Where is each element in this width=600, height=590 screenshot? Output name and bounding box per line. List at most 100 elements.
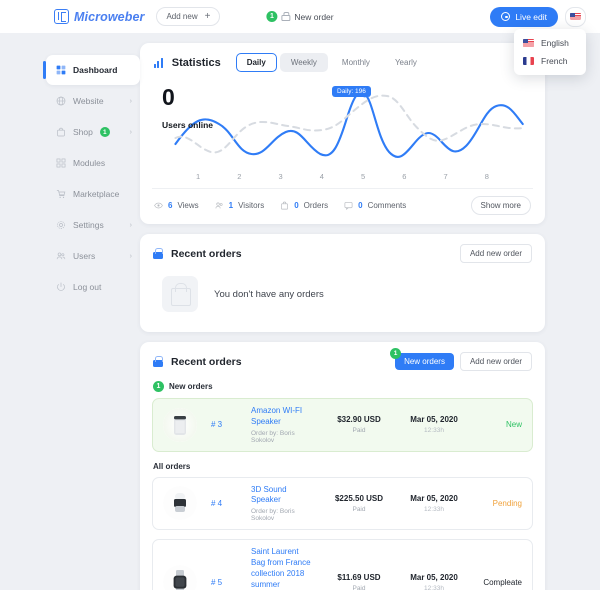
tab-weekly[interactable]: Weekly <box>279 53 328 72</box>
stat-comments-label: Comments <box>367 201 407 210</box>
statistics-footer: 6 Views 1 Visitors 0 Orders 0 Comments S… <box>152 188 533 224</box>
add-new-label: Add new <box>166 12 198 21</box>
order-number: # 3 <box>211 420 223 430</box>
order-info: 3D Sound Speaker Order by: Boris Sokolov <box>251 485 320 523</box>
sidebar-item-label: Dashboard <box>73 65 118 75</box>
add-new-button[interactable]: Add new + <box>156 7 221 26</box>
x-tick: 2 <box>237 172 242 181</box>
sidebar-item-users[interactable]: Users › <box>46 241 140 271</box>
product-thumbnail <box>163 407 197 442</box>
stat-orders[interactable]: 0 Orders <box>280 201 328 210</box>
status-badge: Compleate <box>483 577 522 587</box>
order-price: $32.90 USD Paid <box>320 415 398 434</box>
top-bar-actions: Live edit <box>490 6 586 27</box>
order-time-value: 12:33h <box>424 584 444 590</box>
recent-orders-header: Recent orders 1 New orders Add new order <box>140 342 545 380</box>
order-product-name[interactable]: Amazon WI-FI Speaker <box>251 406 312 428</box>
main-content: Statistics Daily Weekly Monthly Yearly 0… <box>140 43 600 590</box>
stat-visitors-value: 1 <box>228 201 234 210</box>
dashboard-page: Microweber Add new + 1 New order Live ed… <box>0 0 600 590</box>
top-bar: Microweber Add new + 1 New order Live ed… <box>0 0 600 33</box>
new-orders-button[interactable]: 1 New orders <box>390 348 454 370</box>
sidebar-item-label: Shop <box>73 127 93 137</box>
users-online-block: 0 Users online <box>162 84 213 131</box>
order-price-value: $225.50 USD <box>334 493 384 503</box>
show-more-button[interactable]: Show more <box>470 196 531 215</box>
grid-icon <box>56 65 66 75</box>
bag-icon <box>57 127 65 137</box>
comment-icon <box>344 202 353 210</box>
order-payment-status: Paid <box>352 427 366 435</box>
group-label-text: New orders <box>169 382 213 391</box>
statistics-period-tabs: Daily Weekly Monthly Yearly <box>235 53 428 72</box>
statistics-card: Statistics Daily Weekly Monthly Yearly 0… <box>140 43 545 224</box>
globe-icon <box>56 96 66 106</box>
bag-icon <box>281 12 291 22</box>
sidebar-item-logout[interactable]: Log out <box>46 272 140 302</box>
brand-logo[interactable]: Microweber <box>54 9 144 24</box>
eye-icon <box>154 202 163 209</box>
stat-views[interactable]: 6 Views <box>154 201 199 210</box>
sidebar-item-label: Log out <box>73 282 102 292</box>
language-option-english[interactable]: English <box>514 34 586 52</box>
order-date: Mar 05, 2020 12:33h <box>398 573 470 590</box>
stat-orders-label: Orders <box>303 201 329 210</box>
stat-visitors[interactable]: 1 Visitors <box>215 201 264 210</box>
modules-icon <box>56 158 66 168</box>
chart-tooltip: Daily: 196 <box>332 86 371 97</box>
product-thumbnail <box>163 565 197 590</box>
order-product-name[interactable]: Saint Laurent Bag from France collection… <box>251 547 312 590</box>
speaker-cylinder-image <box>163 407 197 442</box>
sidebar-item-modules[interactable]: Modules <box>46 148 140 178</box>
language-switch-button[interactable] <box>565 6 586 27</box>
tab-monthly[interactable]: Monthly <box>331 53 381 72</box>
recent-orders-empty-title: Recent orders <box>171 247 242 260</box>
brand-name: Microweber <box>74 9 145 24</box>
stat-comments[interactable]: 0 Comments <box>344 201 406 210</box>
add-new-order-button[interactable]: Add new order <box>459 244 532 263</box>
table-row[interactable]: # 5 Saint Laurent Bag from France collec… <box>152 539 533 590</box>
order-date-value: Mar 05, 2020 <box>410 572 458 582</box>
language-option-french[interactable]: French <box>514 52 586 70</box>
new-order-count-badge: 1 <box>266 11 278 22</box>
sidebar-item-dashboard[interactable]: Dashboard <box>43 55 140 85</box>
sidebar-item-website[interactable]: Website › <box>46 86 140 116</box>
users-online-value: 0 <box>162 84 175 110</box>
sidebar-item-settings[interactable]: Settings › <box>46 210 140 240</box>
sidebar-item-marketplace[interactable]: Marketplace <box>46 179 140 209</box>
x-tick: 6 <box>402 172 407 181</box>
order-info: Saint Laurent Bag from France collection… <box>251 547 320 590</box>
sidebar-item-label: Users <box>73 251 96 261</box>
statistics-chart: 0 Users online Daily: 196 <box>140 80 545 168</box>
order-number: # 5 <box>211 577 223 587</box>
order-product-name[interactable]: 3D Sound Speaker <box>251 485 312 507</box>
live-edit-button[interactable]: Live edit <box>490 6 558 27</box>
order-payment-status: Paid <box>352 505 366 513</box>
recent-orders-actions: 1 New orders Add new order <box>390 348 532 371</box>
new-order-label: New order <box>294 11 334 22</box>
microweber-logo-icon <box>54 9 69 24</box>
new-order-notice[interactable]: 1 New order <box>266 11 334 22</box>
sidebar-item-shop[interactable]: Shop 1 › <box>46 117 140 147</box>
body-wrapper: Dashboard Website › Shop 1 › Modules Mar… <box>0 33 600 590</box>
speaker-3d-image <box>163 486 197 521</box>
fr-flag-icon <box>523 57 534 65</box>
group-label-all-orders: All orders <box>140 461 545 477</box>
tab-yearly[interactable]: Yearly <box>384 53 428 72</box>
language-option-label: English <box>541 38 569 48</box>
tab-daily[interactable]: Daily <box>235 53 277 72</box>
recent-orders-card: Recent orders 1 New orders Add new order… <box>140 342 545 590</box>
order-date-value: Mar 05, 2020 <box>410 415 458 425</box>
shop-count-badge: 1 <box>99 127 110 137</box>
sidebar: Dashboard Website › Shop 1 › Modules Mar… <box>0 43 140 590</box>
table-row[interactable]: # 4 3D Sound Speaker Order by: Boris Sok… <box>152 476 533 531</box>
table-row[interactable]: # 3 Amazon WI-FI Speaker Order by: Boris… <box>152 398 533 452</box>
power-icon <box>57 282 65 291</box>
add-new-order-button[interactable]: Add new order <box>459 352 532 371</box>
order-price: $225.50 USD Paid <box>320 494 398 513</box>
bag-filled-icon <box>153 248 163 259</box>
chevron-right-icon: › <box>129 128 132 136</box>
order-date: Mar 05, 2020 12:33h <box>398 494 470 513</box>
x-tick: 3 <box>278 172 283 181</box>
order-date: Mar 05, 2020 12:33h <box>398 415 470 434</box>
